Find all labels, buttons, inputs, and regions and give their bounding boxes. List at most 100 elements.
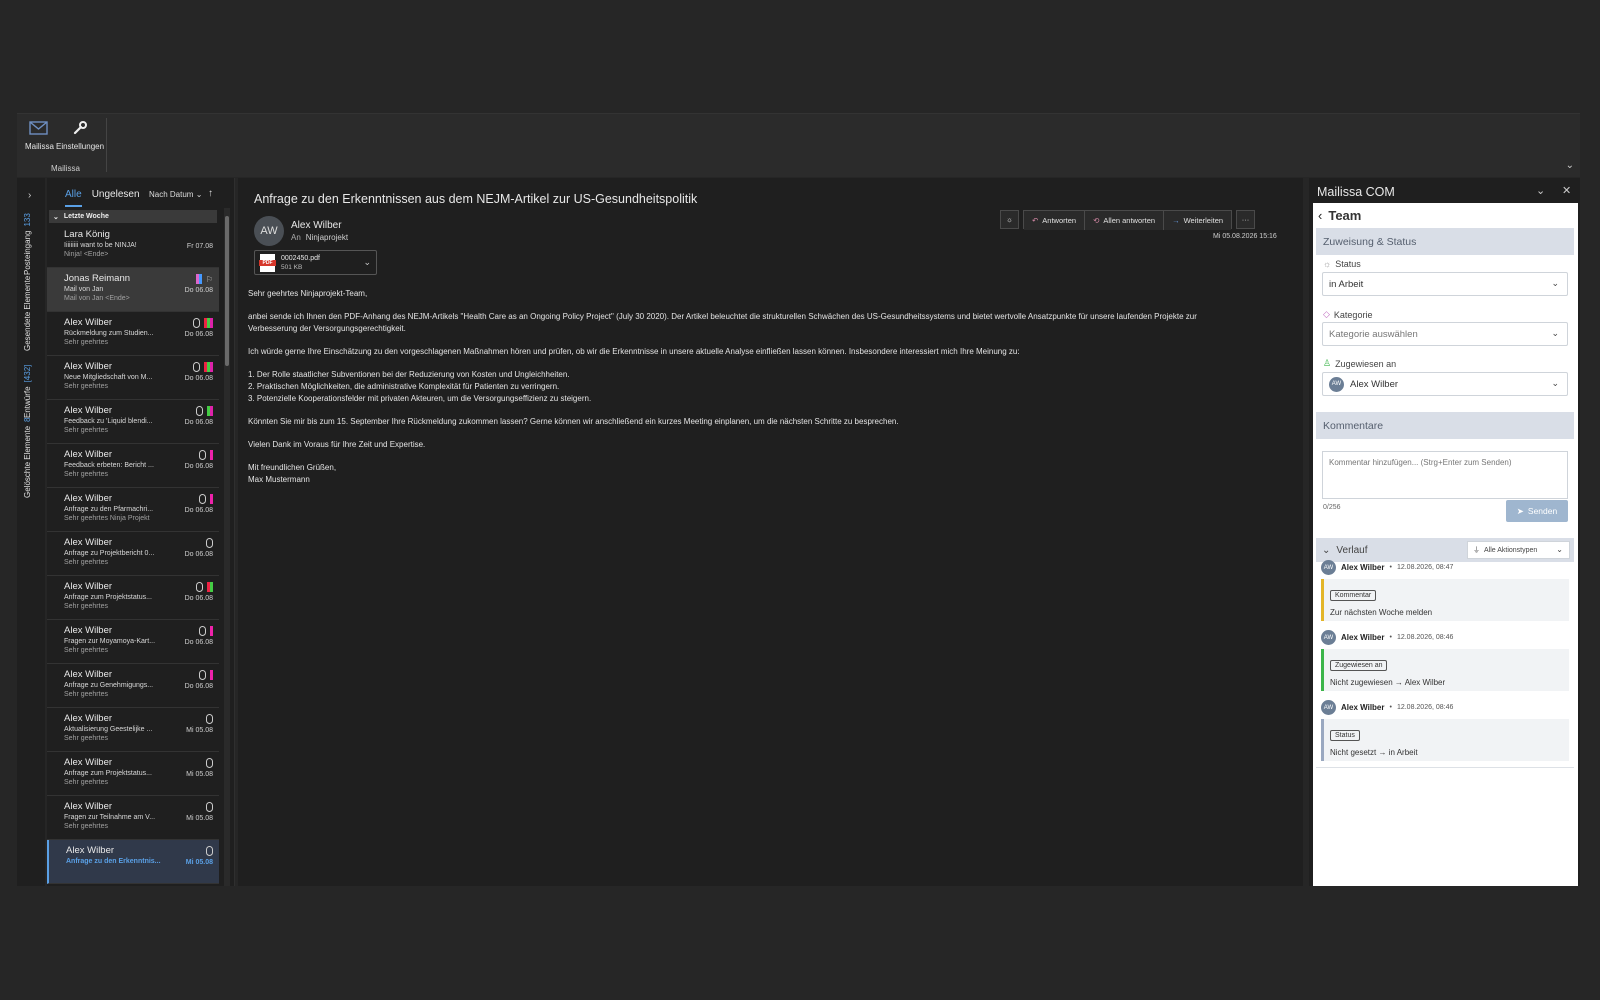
comment-input[interactable]: Kommentar hinzufügen... (Strg+Enter zum … xyxy=(1322,451,1568,499)
ribbon-collapse-icon[interactable]: ⌄ xyxy=(1566,160,1574,171)
settings-button[interactable]: Einstellungen xyxy=(56,118,104,151)
mail-date: Mi 05.08 xyxy=(186,815,213,822)
pdf-icon xyxy=(259,253,276,272)
recipient-name[interactable]: Ninjaprojekt xyxy=(306,233,348,242)
chevron-down-icon: ⌄ xyxy=(1551,278,1559,288)
send-button[interactable]: ➤ Senden xyxy=(1506,500,1568,522)
list-item[interactable]: Alex Wilber Anfrage zum Projektstatus...… xyxy=(47,752,219,796)
folder-drafts[interactable]: Entwürfe [432] xyxy=(23,365,32,418)
expand-folders-icon[interactable]: › xyxy=(28,190,31,201)
list-scrollbar[interactable] xyxy=(224,208,230,886)
mail-date: Fr 07.08 xyxy=(186,243,213,250)
mail-date: Do 06.08 xyxy=(184,331,213,338)
folder-inbox[interactable]: Posteingang 133 xyxy=(23,213,32,275)
flag-icon[interactable]: ⚐ xyxy=(206,275,213,284)
mailissa-button-label: Mailissa xyxy=(25,142,54,151)
history-header[interactable]: ⌄ Verlauf ⏚ Alle Aktionstypen ⌄ xyxy=(1316,538,1574,562)
body-paragraph: 1. Der Rolle staatlicher Subventionen be… xyxy=(248,369,1248,405)
scrollbar-thumb[interactable] xyxy=(225,216,229,366)
list-item[interactable]: Alex Wilber Anfrage zum Projektstatus...… xyxy=(47,576,219,620)
paperclip-icon xyxy=(193,362,200,372)
history-type-badge: Status xyxy=(1330,730,1360,741)
tab-unread[interactable]: Ungelesen xyxy=(92,189,140,203)
history-author: Alex Wilber xyxy=(1341,563,1385,572)
forward-label: Weiterleiten xyxy=(1183,216,1224,225)
mail-date: Do 06.08 xyxy=(184,375,213,382)
folder-count: 8 xyxy=(23,417,32,422)
paperclip-icon xyxy=(206,714,213,724)
sender-name[interactable]: Alex Wilber xyxy=(291,220,342,231)
history-text: Zur nächsten Woche melden xyxy=(1330,608,1433,617)
group-header[interactable]: ⌄ Letzte Woche xyxy=(49,210,217,223)
reply-all-button[interactable]: ⟲ Allen antworten xyxy=(1085,211,1165,230)
list-item[interactable]: Alex Wilber Fragen zur Moyamoya-Kart... … xyxy=(47,620,219,664)
mail-icons xyxy=(206,846,213,856)
paperclip-icon xyxy=(196,582,203,592)
category-select[interactable]: Kategorie auswählen ⌄ xyxy=(1322,322,1568,346)
mail-list: Lara König Iiiiiiiii want to be NINJA! N… xyxy=(47,224,219,884)
list-item[interactable]: Alex Wilber Feedback zu 'Liquid blendi..… xyxy=(47,400,219,444)
mail-date: Do 06.08 xyxy=(184,639,213,646)
chevron-down-icon[interactable]: ⌄ xyxy=(363,257,371,268)
category-tags xyxy=(207,406,213,416)
list-item[interactable]: Alex Wilber Feedback erbeten: Bericht ..… xyxy=(47,444,219,488)
category-color-tag xyxy=(210,582,213,592)
assignee-select[interactable]: AW Alex Wilber ⌄ xyxy=(1322,372,1568,396)
reply-button[interactable]: ↶ Antworten xyxy=(1024,211,1086,230)
sort-direction-icon[interactable]: ↑ xyxy=(208,188,213,199)
close-icon[interactable]: ✕ xyxy=(1562,184,1571,197)
list-item[interactable]: Alex Wilber Aktualisierung Geestelijke .… xyxy=(47,708,219,752)
folder-label: Entwürfe xyxy=(23,386,32,418)
category-color-tag xyxy=(210,670,213,680)
history-author: Alex Wilber xyxy=(1341,633,1385,642)
mail-date: Do 06.08 xyxy=(184,683,213,690)
more-actions-button[interactable]: ··· xyxy=(1236,210,1256,229)
list-item[interactable]: Alex Wilber Rückmeldung zum Studien... S… xyxy=(47,312,219,356)
status-label: ☼ Status xyxy=(1323,259,1361,269)
mail-icons xyxy=(199,494,213,504)
tab-all[interactable]: Alle xyxy=(65,189,82,207)
body-line: Vielen Dank im Voraus für Ihre Zeit und … xyxy=(248,440,426,449)
chevron-down-icon: ⌄ xyxy=(1551,378,1559,388)
list-item[interactable]: Alex Wilber Anfrage zu den Pfarmachri...… xyxy=(47,488,219,532)
body-paragraph: Mit freundlichen Grüßen, Max Mustermann xyxy=(248,462,1248,486)
avatar: AW xyxy=(1321,630,1336,645)
sort-dropdown[interactable]: Nach Datum ⌄ xyxy=(149,190,202,199)
history-entry-header: AW Alex Wilber • 12.08.2026, 08:46 xyxy=(1321,630,1569,645)
theme-toggle-button[interactable]: ☼ xyxy=(1000,210,1019,229)
history-filter-value: Alle Aktionstypen xyxy=(1484,546,1538,554)
paperclip-icon xyxy=(206,538,213,548)
list-item[interactable]: Lara König Iiiiiiiii want to be NINJA! N… xyxy=(47,224,219,268)
ribbon-group-label: Mailissa xyxy=(51,164,80,173)
list-item[interactable]: Alex Wilber Anfrage zu Projektbericht 0.… xyxy=(47,532,219,576)
folder-deleted[interactable]: Gelöschte Elemente 8 xyxy=(23,418,32,499)
list-item[interactable]: Alex Wilber Fragen zur Teilnahme am V...… xyxy=(47,796,219,840)
forward-button[interactable]: → Weiterleiten xyxy=(1164,211,1232,230)
avatar[interactable]: AW xyxy=(254,216,284,246)
list-item[interactable]: Alex Wilber Neue Mitgliedschaft von M...… xyxy=(47,356,219,400)
chevron-left-icon: ‹ xyxy=(1318,208,1323,223)
body-line: Sehr geehrtes Ninjaprojekt-Team, xyxy=(248,289,368,298)
list-item[interactable]: Jonas Reimann Mail von Jan Mail von Jan … xyxy=(47,268,219,312)
folder-label: Gelöschte Elemente xyxy=(23,425,32,498)
mailissa-button[interactable]: Mailissa xyxy=(25,118,54,151)
list-item[interactable]: Alex Wilber Anfrage zu Genehmigungs... S… xyxy=(47,664,219,708)
body-paragraph: anbei sende ich Ihnen den PDF-Anhang des… xyxy=(248,311,1248,335)
mail-icons xyxy=(206,538,213,548)
mail-preview: Sehr geehrtes xyxy=(64,339,108,346)
attachment-card[interactable]: 0002450.pdf 501 KB ⌄ xyxy=(254,250,377,275)
status-select[interactable]: in Arbeit ⌄ xyxy=(1322,272,1568,296)
mail-icons: ⚐ xyxy=(195,274,213,284)
list-item[interactable]: Alex Wilber Anfrage zu den Erkenntnis...… xyxy=(47,840,219,884)
sun-icon: ☼ xyxy=(1006,215,1013,224)
category-color-tag xyxy=(210,406,213,416)
divider xyxy=(1316,767,1574,768)
mail-date: Do 06.08 xyxy=(184,551,213,558)
chevron-down-icon[interactable]: ⌄ xyxy=(1536,184,1545,197)
folder-sent[interactable]: Gesendete Elemente xyxy=(23,276,32,351)
paperclip-icon xyxy=(199,494,206,504)
mail-preview: Sehr geehrtes xyxy=(64,823,108,830)
history-entry: AW Alex Wilber • 12.08.2026, 08:47 Komme… xyxy=(1321,560,1569,621)
history-filter-select[interactable]: ⏚ Alle Aktionstypen ⌄ xyxy=(1467,541,1570,559)
back-button[interactable]: ‹ Team xyxy=(1318,208,1361,223)
